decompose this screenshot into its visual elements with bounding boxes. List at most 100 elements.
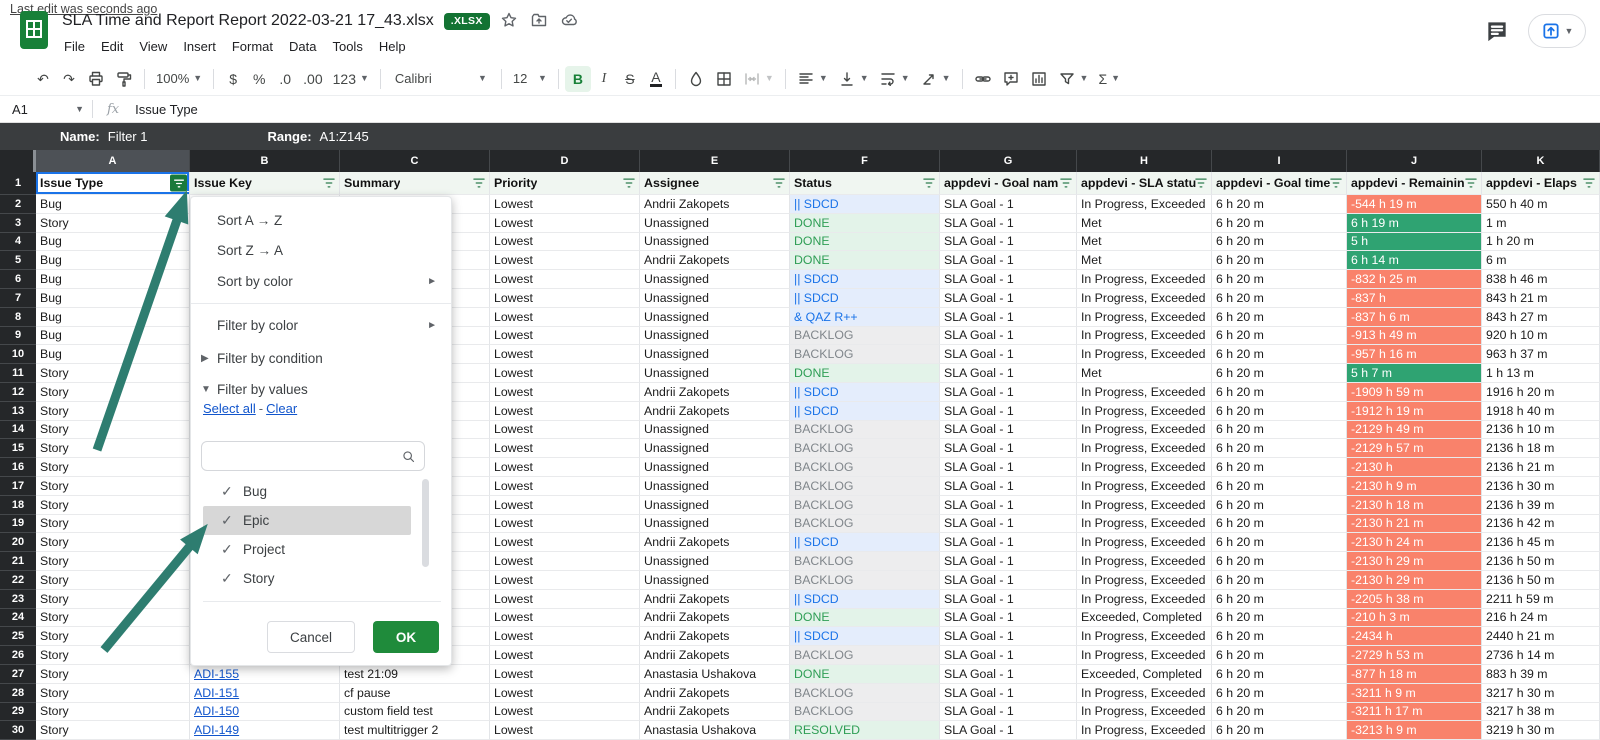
cell-G2[interactable]: SLA Goal - 1: [940, 195, 1077, 214]
cell-A3[interactable]: Story: [36, 214, 190, 233]
cell-J2[interactable]: -544 h 19 m: [1347, 195, 1482, 214]
cell-F19[interactable]: BACKLOG: [790, 515, 940, 534]
cell-E13[interactable]: Andrii Zakopets: [640, 402, 790, 421]
zoom-button[interactable]: 100%▼: [151, 66, 207, 92]
paint-format-button[interactable]: [110, 66, 138, 92]
cell-E21[interactable]: Unassigned: [640, 552, 790, 571]
cell-J29[interactable]: -3211 h 17 m: [1347, 703, 1482, 722]
cell-G6[interactable]: SLA Goal - 1: [940, 270, 1077, 289]
cell-H30[interactable]: In Progress, Exceeded: [1077, 721, 1212, 740]
cell-H13[interactable]: In Progress, Exceeded: [1077, 402, 1212, 421]
cell-I3[interactable]: 6 h 20 m: [1212, 214, 1347, 233]
cell-G17[interactable]: SLA Goal - 1: [940, 477, 1077, 496]
cell-F23[interactable]: || SDCD: [790, 590, 940, 609]
cell-H6[interactable]: In Progress, Exceeded: [1077, 270, 1212, 289]
column-header-I[interactable]: I: [1212, 150, 1347, 172]
cell-A9[interactable]: Bug: [36, 327, 190, 346]
cell-A19[interactable]: Story: [36, 515, 190, 534]
menu-edit[interactable]: Edit: [93, 36, 131, 57]
cell-K13[interactable]: 1918 h 40 m: [1482, 402, 1600, 421]
cell-D28[interactable]: Lowest: [490, 684, 640, 703]
decrease-decimal-button[interactable]: .0: [272, 66, 298, 92]
cell-H4[interactable]: Met: [1077, 233, 1212, 252]
cell-K22[interactable]: 2136 h 50 m: [1482, 571, 1600, 590]
cell-J18[interactable]: -2130 h 18 m: [1347, 496, 1482, 515]
cell-A18[interactable]: Story: [36, 496, 190, 515]
row-number[interactable]: 1: [0, 172, 36, 195]
cell-K2[interactable]: 550 h 40 m: [1482, 195, 1600, 214]
column-header-B[interactable]: B: [190, 150, 340, 172]
star-icon[interactable]: [500, 11, 520, 31]
cell-K20[interactable]: 2136 h 45 m: [1482, 533, 1600, 552]
fill-color-button[interactable]: [682, 66, 710, 92]
cell-J9[interactable]: -913 h 49 m: [1347, 327, 1482, 346]
cell-G19[interactable]: SLA Goal - 1: [940, 515, 1077, 534]
cell-G10[interactable]: SLA Goal - 1: [940, 345, 1077, 364]
cell-K12[interactable]: 1916 h 20 m: [1482, 383, 1600, 402]
cell-E8[interactable]: Unassigned: [640, 308, 790, 327]
filter-icon[interactable]: [1582, 176, 1596, 190]
cell-I16[interactable]: 6 h 20 m: [1212, 458, 1347, 477]
cell-I23[interactable]: 6 h 20 m: [1212, 590, 1347, 609]
cell-I28[interactable]: 6 h 20 m: [1212, 684, 1347, 703]
row-number[interactable]: 7: [0, 289, 36, 308]
insert-comment-button[interactable]: [997, 66, 1025, 92]
cell-G23[interactable]: SLA Goal - 1: [940, 590, 1077, 609]
filter-value-project[interactable]: ✓Project: [203, 535, 411, 564]
menu-help[interactable]: Help: [371, 36, 414, 57]
filter-icon[interactable]: [622, 176, 636, 190]
cell-C28[interactable]: cf pause: [340, 684, 490, 703]
cell-F3[interactable]: DONE: [790, 214, 940, 233]
row-number[interactable]: 21: [0, 552, 36, 571]
filter-range-value[interactable]: A1:Z145: [320, 129, 369, 144]
cell-A5[interactable]: Bug: [36, 251, 190, 270]
cell-A15[interactable]: Story: [36, 439, 190, 458]
cell-J7[interactable]: -837 h: [1347, 289, 1482, 308]
filter-icon[interactable]: [472, 176, 486, 190]
list-scrollbar[interactable]: [422, 479, 429, 567]
cell-A7[interactable]: Bug: [36, 289, 190, 308]
cell-F15[interactable]: BACKLOG: [790, 439, 940, 458]
cell-G13[interactable]: SLA Goal - 1: [940, 402, 1077, 421]
cell-K25[interactable]: 2440 h 21 m: [1482, 627, 1600, 646]
cell-H27[interactable]: Exceeded, Completed: [1077, 665, 1212, 684]
cell-E17[interactable]: Unassigned: [640, 477, 790, 496]
cell-D12[interactable]: Lowest: [490, 383, 640, 402]
row-number[interactable]: 10: [0, 345, 36, 364]
cell-I21[interactable]: 6 h 20 m: [1212, 552, 1347, 571]
field-header-J1[interactable]: appdevi - Remainin: [1347, 172, 1482, 195]
cell-J26[interactable]: -2729 h 53 m: [1347, 646, 1482, 665]
cell-K21[interactable]: 2136 h 50 m: [1482, 552, 1600, 571]
cell-J27[interactable]: -877 h 18 m: [1347, 665, 1482, 684]
strikethrough-button[interactable]: S: [617, 66, 643, 92]
field-header-B1[interactable]: Issue Key: [190, 172, 340, 195]
row-number[interactable]: 5: [0, 251, 36, 270]
cell-A14[interactable]: Story: [36, 421, 190, 440]
cell-K26[interactable]: 2736 h 14 m: [1482, 646, 1600, 665]
field-header-H1[interactable]: appdevi - SLA statu: [1077, 172, 1212, 195]
cell-D16[interactable]: Lowest: [490, 458, 640, 477]
column-header-D[interactable]: D: [490, 150, 640, 172]
cell-G15[interactable]: SLA Goal - 1: [940, 439, 1077, 458]
cell-K23[interactable]: 2211 h 59 m: [1482, 590, 1600, 609]
cell-D5[interactable]: Lowest: [490, 251, 640, 270]
menu-item-sort-az[interactable]: Sort A → Z: [191, 205, 451, 235]
filter-value-story[interactable]: ✓Story: [203, 564, 411, 593]
cell-D27[interactable]: Lowest: [490, 665, 640, 684]
cell-I10[interactable]: 6 h 20 m: [1212, 345, 1347, 364]
cell-D15[interactable]: Lowest: [490, 439, 640, 458]
cell-E29[interactable]: Andrii Zakopets: [640, 703, 790, 722]
menu-item-filter-by-color[interactable]: Filter by color►: [191, 309, 451, 341]
cell-F11[interactable]: DONE: [790, 364, 940, 383]
filter-icon[interactable]: [772, 176, 786, 190]
field-header-G1[interactable]: appdevi - Goal nam: [940, 172, 1077, 195]
menu-view[interactable]: View: [131, 36, 175, 57]
cell-D13[interactable]: Lowest: [490, 402, 640, 421]
cell-J30[interactable]: -3213 h 9 m: [1347, 721, 1482, 740]
name-box[interactable]: A1 ▼: [0, 96, 92, 122]
cell-F8[interactable]: & QAZ R++: [790, 308, 940, 327]
cell-E27[interactable]: Anastasia Ushakova: [640, 665, 790, 684]
row-number[interactable]: 4: [0, 233, 36, 252]
cell-A21[interactable]: Story: [36, 552, 190, 571]
cell-H28[interactable]: In Progress, Exceeded: [1077, 684, 1212, 703]
